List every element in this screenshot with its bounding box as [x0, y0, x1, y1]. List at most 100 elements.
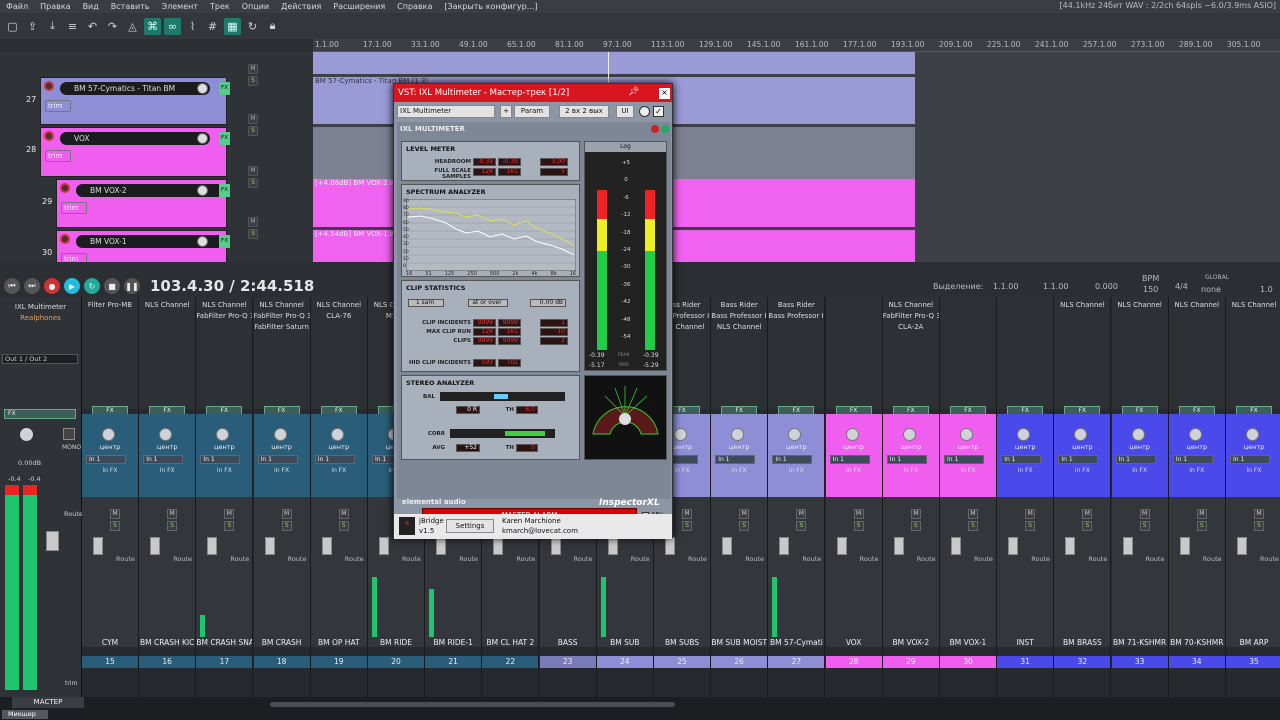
strip-name[interactable]: VOX	[826, 638, 882, 647]
undo-icon[interactable]: ↶	[84, 18, 101, 35]
route-button[interactable]: Route	[1146, 555, 1165, 563]
track-solo-button[interactable]: S	[248, 229, 258, 239]
infx-label[interactable]: in FX	[1112, 467, 1168, 474]
route-button[interactable]: Route	[574, 555, 593, 563]
fx-slot[interactable]: Filter Pro-MB	[82, 300, 138, 311]
route-button[interactable]: Route	[1088, 555, 1107, 563]
volume-fader[interactable]	[207, 537, 218, 555]
strip-solo-button[interactable]: S	[224, 521, 235, 531]
route-button[interactable]: Route	[1031, 555, 1050, 563]
strip-name[interactable]: INST	[997, 638, 1053, 647]
fx-slot[interactable]: NLS Channel	[139, 300, 195, 311]
infx-label[interactable]: in FX	[1054, 467, 1110, 474]
fx-slot[interactable]: NLS Channel	[883, 300, 939, 311]
master-trim-label[interactable]: trim	[65, 680, 77, 687]
media-item[interactable]	[313, 52, 915, 74]
menu-item[interactable]: Элемент	[156, 2, 204, 11]
fx-slot[interactable]: FabFilter Saturn	[254, 322, 310, 333]
route-button[interactable]: Route	[116, 555, 135, 563]
route-button[interactable]: Route	[1260, 555, 1279, 563]
infx-label[interactable]: in FX	[1226, 467, 1280, 474]
ui-button[interactable]: UI	[616, 105, 634, 118]
volume-fader[interactable]	[779, 537, 790, 555]
clip-mode-select[interactable]: 1 sam	[408, 299, 444, 307]
infx-label[interactable]: in FX	[826, 467, 882, 474]
snap-icon[interactable]: ⌇	[184, 18, 201, 35]
strip-mute-button[interactable]: M	[853, 509, 864, 519]
project-settings-icon[interactable]: ≡	[64, 18, 81, 35]
strip-name[interactable]: BM RIDE-1	[425, 638, 481, 647]
record-arm-icon[interactable]	[60, 183, 70, 193]
route-button[interactable]: Route	[745, 555, 764, 563]
playrate[interactable]: 1.0	[1260, 285, 1273, 294]
help-icon[interactable]	[651, 125, 659, 133]
volume-fader[interactable]	[722, 537, 733, 555]
volume-fader[interactable]	[150, 537, 161, 555]
track-header[interactable]: BM VOX-2 FX trim	[56, 179, 230, 228]
route-button[interactable]: Route	[459, 555, 478, 563]
infx-label[interactable]: in FX	[768, 467, 824, 474]
track-volume-knob[interactable]	[197, 133, 208, 144]
master-fx-slot[interactable]: IXL Multimeter	[0, 302, 81, 313]
track-trim-button[interactable]: trim	[45, 100, 71, 112]
track-solo-button[interactable]: S	[248, 178, 258, 188]
fx-slot[interactable]: NLS Channel	[711, 322, 767, 333]
fx-slot[interactable]: CLA-2A	[883, 322, 939, 333]
fx-slot[interactable]: NLS Channel	[1169, 300, 1225, 311]
selection-end[interactable]: 1.1.00	[1043, 282, 1068, 291]
volume-fader[interactable]	[93, 537, 103, 555]
track-fx-button[interactable]: FX	[219, 132, 230, 145]
fx-slot[interactable]: Bass Professor II	[768, 311, 824, 322]
fx-slot[interactable]: FabFilter Pro-Q 3	[883, 311, 939, 322]
strip-solo-button[interactable]: S	[1139, 521, 1150, 531]
infx-label[interactable]: in FX	[940, 467, 996, 474]
volume-fader[interactable]	[1008, 537, 1019, 555]
strip-name[interactable]: BM RIDE	[368, 638, 424, 647]
master-volume-knob[interactable]	[20, 428, 33, 441]
strip-mute-button[interactable]: M	[167, 509, 178, 519]
fx-slot[interactable]: Bass Rider	[768, 300, 824, 311]
strip-name[interactable]: BM OP HAT	[311, 638, 367, 647]
input-select[interactable]: In 1	[944, 455, 984, 464]
strip-name[interactable]: BM VOX-1	[940, 638, 996, 647]
route-button[interactable]: Route	[631, 555, 650, 563]
record-icon[interactable]: ●	[44, 278, 60, 294]
pause-icon[interactable]: ❚❚	[124, 278, 140, 294]
strip-mute-button[interactable]: M	[281, 509, 292, 519]
track-name[interactable]: VOX	[60, 132, 210, 145]
volume-fader[interactable]	[493, 537, 504, 555]
fx-slot[interactable]: NLS Channel	[254, 300, 310, 311]
pan-knob[interactable]	[1246, 428, 1259, 441]
strip-mute-button[interactable]: M	[110, 509, 120, 519]
clips-setting[interactable]: 2	[540, 337, 568, 345]
volume-fader[interactable]	[379, 537, 389, 555]
global-mode[interactable]: none	[1201, 285, 1221, 294]
strip-name[interactable]: BM CRASH KIC	[139, 638, 195, 647]
menu-item[interactable]: Правка	[34, 2, 76, 11]
infx-label[interactable]: in FX	[196, 467, 252, 474]
track-trim-button[interactable]: trim	[61, 202, 87, 214]
volume-fader[interactable]	[1065, 537, 1076, 555]
master-fader[interactable]	[46, 531, 59, 551]
menu-item[interactable]: Опции	[236, 2, 275, 11]
strip-solo-button[interactable]: S	[281, 521, 292, 531]
strip-name[interactable]: BM ARP	[1226, 638, 1280, 647]
item-grouping-icon[interactable]: ∞	[164, 17, 181, 35]
strip-name[interactable]: BASS	[540, 638, 596, 647]
enable-checkbox[interactable]: ✓	[653, 106, 664, 117]
input-select[interactable]: In 1	[1172, 455, 1213, 464]
route-button[interactable]: Route	[230, 555, 249, 563]
route-button[interactable]: Route	[802, 555, 821, 563]
strip-mute-button[interactable]: M	[968, 509, 978, 519]
fx-slot[interactable]: FabFilter Pro-Q 3	[196, 311, 252, 322]
bypass-icon[interactable]	[639, 106, 650, 117]
menu-item[interactable]: [Закрыть конфигур...]	[438, 2, 543, 11]
track-mute-button[interactable]: M	[248, 217, 258, 227]
volume-fader[interactable]	[1237, 537, 1247, 555]
strip-solo-button[interactable]: S	[682, 521, 692, 531]
master-fx-slot[interactable]: Realphones	[0, 313, 81, 324]
menu-item[interactable]: Вставить	[105, 2, 156, 11]
input-select[interactable]: In 1	[1230, 455, 1270, 464]
selection-length[interactable]: 0.000	[1095, 282, 1118, 291]
strip-solo-button[interactable]: S	[1082, 521, 1093, 531]
